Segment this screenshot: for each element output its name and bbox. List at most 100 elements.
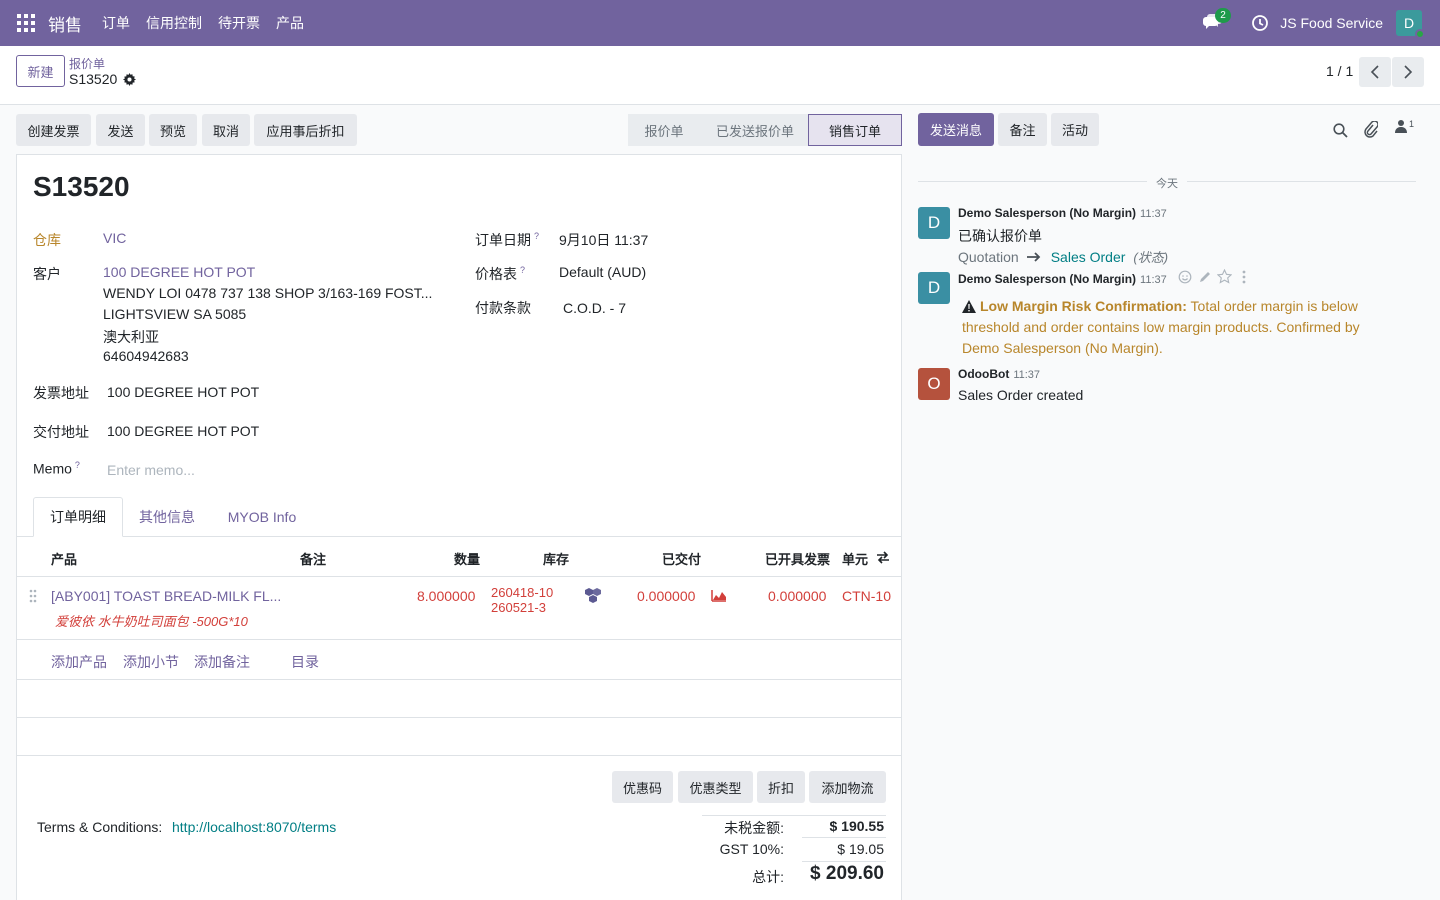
column-invoiced[interactable]: 已开具发票	[765, 549, 830, 568]
star-icon[interactable]	[1217, 269, 1232, 284]
line-quantity[interactable]: 8.000000	[417, 588, 475, 604]
stage-quotation-sent[interactable]: 已发送报价单	[700, 114, 810, 146]
control-panel: 新建 报价单 S13520 1 / 1	[0, 46, 1440, 105]
table-row[interactable]: [ABY001] TOAST BREAD-MILK FL... 爱彼依 水牛奶吐…	[17, 577, 901, 640]
add-reaction-icon[interactable]	[1178, 270, 1192, 284]
catalog-link[interactable]: 目录	[291, 652, 319, 672]
message-author-name[interactable]: Demo Salesperson (No Margin)	[958, 206, 1136, 220]
memo-help-icon[interactable]: ?	[75, 460, 80, 470]
optional-columns-toggle-icon[interactable]	[876, 551, 890, 564]
pricelist-value[interactable]: Default (AUD)	[559, 264, 646, 280]
tab-myob-info[interactable]: MYOB Info	[217, 497, 307, 537]
warehouse-value[interactable]: VIC	[103, 230, 126, 246]
pricelist-label: 价格表?	[475, 264, 525, 284]
pager-previous-button[interactable]	[1359, 57, 1391, 87]
activity-button[interactable]: 活动	[1051, 113, 1099, 146]
online-status-dot	[1415, 29, 1425, 39]
column-quantity[interactable]: 数量	[454, 549, 480, 568]
delivery-address-label: 交付地址	[33, 424, 89, 440]
line-product[interactable]: [ABY001] TOAST BREAD-MILK FL...	[51, 588, 281, 604]
totals-divider	[702, 815, 886, 816]
apply-discount-button[interactable]: 应用事后折扣	[254, 114, 357, 146]
top-navbar: 销售 订单 信用控制 待开票 产品 2 JS Food Service D	[0, 0, 1440, 46]
area-chart-icon[interactable]	[711, 589, 727, 602]
menu-orders[interactable]: 订单	[102, 13, 130, 33]
stock-cubes-icon[interactable]	[584, 588, 602, 603]
gst-label: GST 10%:	[719, 841, 784, 857]
add-line-row: 添加产品 添加小节 添加备注 目录	[17, 640, 901, 680]
more-options-icon[interactable]	[1241, 270, 1247, 284]
preview-button[interactable]: 预览	[149, 114, 197, 146]
create-invoice-button[interactable]: 创建发票	[16, 114, 91, 146]
tab-other-info[interactable]: 其他信息	[127, 497, 207, 537]
arrow-right-icon	[1026, 251, 1040, 262]
pager-value[interactable]: 1 / 1	[1326, 63, 1353, 79]
add-product-link[interactable]: 添加产品	[51, 652, 107, 672]
message-avatar[interactable]: D	[918, 272, 950, 304]
menu-to-invoice[interactable]: 待开票	[218, 13, 260, 33]
drag-handle-icon[interactable]	[29, 589, 37, 603]
terms-link[interactable]: http://localhost:8070/terms	[172, 819, 336, 835]
order-date-help-icon[interactable]: ?	[534, 231, 539, 241]
log-note-button[interactable]: 备注	[998, 113, 1047, 146]
column-notes[interactable]: 备注	[300, 549, 326, 568]
message-author-name[interactable]: Demo Salesperson (No Margin)	[958, 272, 1136, 286]
order-date-value[interactable]: 9月10日 11:37	[559, 230, 648, 250]
add-note-link[interactable]: 添加备注	[194, 652, 250, 672]
message-author-name[interactable]: OdooBot	[958, 367, 1009, 381]
column-unit[interactable]: 单元	[842, 549, 868, 568]
line-lot: 260521-3	[491, 600, 546, 615]
column-product[interactable]: 产品	[51, 549, 77, 568]
chat-count-badge: 2	[1215, 8, 1231, 23]
chevron-left-icon	[1370, 65, 1379, 79]
breadcrumb-parent[interactable]: 报价单	[69, 55, 105, 72]
message-author: Demo Salesperson (No Margin) 11:37	[958, 272, 1167, 286]
coupon-code-button[interactable]: 优惠码	[612, 771, 673, 803]
invoice-address-value[interactable]: 100 DEGREE HOT POT	[107, 384, 259, 400]
company-switcher[interactable]: JS Food Service	[1280, 15, 1383, 31]
line-product-description: 爱彼依 水牛奶吐司面包 -500G*10	[55, 614, 248, 629]
search-icon[interactable]	[1333, 123, 1348, 138]
line-unit[interactable]: CTN-10	[842, 588, 891, 604]
paperclip-icon[interactable]	[1364, 121, 1378, 138]
menu-products[interactable]: 产品	[276, 13, 304, 33]
tab-order-lines[interactable]: 订单明细	[33, 497, 123, 537]
user-avatar[interactable]: D	[1396, 10, 1425, 39]
message-time: 11:37	[1013, 369, 1041, 381]
customer-address-line: 64604942683	[103, 348, 189, 364]
message-avatar[interactable]: O	[918, 368, 950, 400]
pricelist-help-icon[interactable]: ?	[520, 265, 525, 275]
followers-button[interactable]: 1	[1395, 119, 1414, 133]
total-value: $ 209.60	[810, 863, 884, 884]
send-message-button[interactable]: 发送消息	[918, 113, 994, 146]
column-stock[interactable]: 库存	[543, 549, 569, 568]
stage-sales-order[interactable]: 销售订单	[808, 114, 902, 146]
pager-next-button[interactable]	[1392, 57, 1424, 87]
date-divider-line	[1187, 181, 1416, 182]
promotion-type-button[interactable]: 优惠类型	[678, 771, 753, 803]
empty-row	[17, 718, 901, 756]
send-button[interactable]: 发送	[96, 114, 145, 146]
menu-credit-control[interactable]: 信用控制	[146, 13, 202, 33]
message-avatar[interactable]: D	[918, 207, 950, 239]
customer-name[interactable]: 100 DEGREE HOT POT	[103, 264, 255, 280]
discount-button[interactable]: 折扣	[757, 771, 805, 803]
add-section-link[interactable]: 添加小节	[123, 652, 179, 672]
app-name[interactable]: 销售	[48, 11, 82, 36]
add-shipping-button[interactable]: 添加物流	[809, 771, 886, 803]
user-icon	[1395, 120, 1407, 133]
cancel-button[interactable]: 取消	[202, 114, 250, 146]
payment-terms-value[interactable]: C.O.D. - 7	[563, 300, 626, 316]
delivery-address-value[interactable]: 100 DEGREE HOT POT	[107, 423, 259, 439]
apps-grid-icon[interactable]	[17, 13, 37, 33]
edit-pencil-icon[interactable]	[1198, 270, 1212, 284]
gear-icon[interactable]	[123, 72, 137, 86]
stage-quotation[interactable]: 报价单	[628, 114, 700, 146]
new-button[interactable]: 新建	[16, 55, 65, 87]
discuss-chat-icon[interactable]: 2	[1203, 8, 1231, 34]
activity-clock-icon[interactable]	[1251, 14, 1269, 32]
tracking-value: Quotation Sales Order (状态)	[958, 247, 1168, 266]
margin-warning-message: Low Margin Risk Confirmation: Total orde…	[962, 296, 1392, 359]
column-delivered[interactable]: 已交付	[662, 549, 701, 568]
memo-input[interactable]: Enter memo...	[107, 462, 195, 478]
